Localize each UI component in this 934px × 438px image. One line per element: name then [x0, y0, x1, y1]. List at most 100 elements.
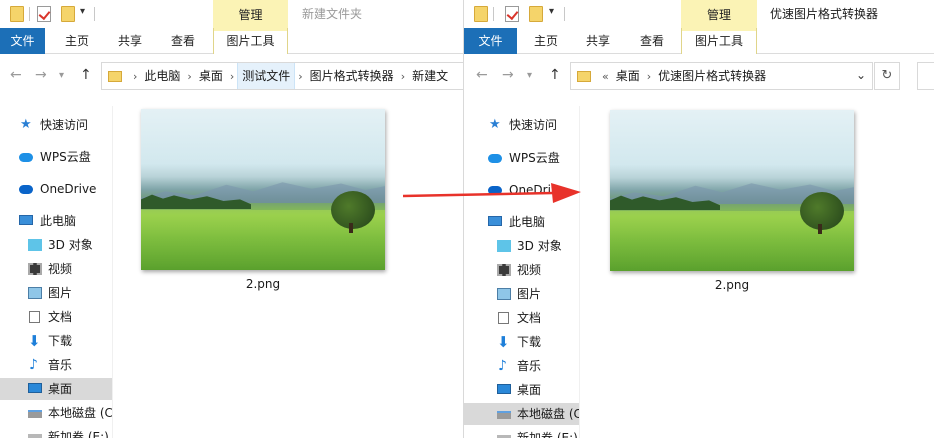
toolbar-separator	[94, 7, 95, 21]
tab-file[interactable]: 文件	[464, 28, 517, 54]
tab-picture-tools[interactable]: 图片工具	[681, 28, 757, 54]
sidebar-item-label: 图片	[48, 286, 73, 300]
sidebar-item-videos[interactable]: 视频	[0, 258, 112, 280]
breadcrumb-separator-icon[interactable]: ›	[295, 70, 305, 83]
folder-icon[interactable]	[10, 6, 24, 22]
tab-share[interactable]: 共享	[118, 28, 142, 54]
sidebar-item-local-disk[interactable]: 本地磁盘 (C	[464, 403, 579, 425]
tab-picture-tools[interactable]: 图片工具	[213, 28, 288, 54]
tab-view[interactable]: 查看	[171, 28, 195, 54]
sidebar-item-downloads[interactable]: ⬇ 下载	[0, 330, 112, 352]
breadcrumb-new-folder[interactable]: 新建文	[408, 63, 452, 89]
sidebar-item-documents[interactable]: 文档	[464, 307, 579, 329]
window-title: 优速图片格式转换器	[770, 7, 879, 21]
tab-home[interactable]: 主页	[534, 28, 558, 54]
sidebar-item-pictures[interactable]: 图片	[0, 282, 112, 304]
desktop-icon	[497, 384, 511, 394]
properties-icon[interactable]	[505, 6, 519, 22]
sidebar-item-local-disk[interactable]: 本地磁盘 (C	[0, 402, 112, 424]
navigation-bar: ← → ▾ ↑ › 此电脑 › 桌面 › 测试文件 › 图片格式转换器 › 新建…	[0, 57, 463, 95]
sidebar-item-label: 音乐	[48, 358, 73, 372]
back-arrow-icon[interactable]: ←	[476, 67, 488, 83]
customize-toolbar-icon[interactable]: ▾	[549, 6, 554, 17]
navigation-bar: ← → ▾ ↑ « 桌面 › 优速图片格式转换器 ⌄ ↻	[464, 57, 934, 95]
explorer-window-left: ▾ 管理 新建文件夹 文件 主页 共享 查看 图片工具 ← → ▾ ↑ › 此电…	[0, 0, 463, 438]
properties-icon[interactable]	[37, 6, 51, 22]
sidebar-item-new-volume[interactable]: 新加卷 (E:)	[0, 426, 112, 438]
address-bar[interactable]: › 此电脑 › 桌面 › 测试文件 › 图片格式转换器 › 新建文	[101, 62, 463, 90]
breadcrumb-converter[interactable]: 优速图片格式转换器	[654, 63, 770, 89]
sidebar-item-videos[interactable]: 视频	[464, 259, 579, 281]
picture-icon	[497, 288, 511, 300]
sidebar-item-this-pc[interactable]: 此电脑	[0, 210, 112, 232]
star-icon: ★	[20, 117, 32, 132]
sidebar-item-3d-objects[interactable]: 3D 对象	[464, 235, 579, 257]
sidebar-item-label: 新加卷 (E:)	[517, 431, 578, 438]
folder-icon	[108, 70, 122, 82]
sidebar-item-pictures[interactable]: 图片	[464, 283, 579, 305]
sidebar-item-label: 3D 对象	[48, 238, 93, 252]
breadcrumb-separator-icon[interactable]: ›	[398, 70, 408, 83]
sidebar-item-3d-objects[interactable]: 3D 对象	[0, 234, 112, 256]
sidebar-item-wps-cloud[interactable]: WPS云盘	[0, 146, 112, 168]
breadcrumb-separator-icon[interactable]: ›	[130, 70, 140, 83]
sidebar-item-documents[interactable]: 文档	[0, 306, 112, 328]
breadcrumb-desktop[interactable]: 桌面	[195, 63, 227, 89]
sidebar-item-downloads[interactable]: ⬇ 下载	[464, 331, 579, 353]
recent-locations-icon[interactable]: ▾	[59, 70, 64, 81]
sidebar-item-this-pc[interactable]: 此电脑	[464, 211, 579, 233]
up-arrow-icon[interactable]: ↑	[549, 67, 561, 83]
toolbar-separator	[493, 7, 494, 21]
address-bar[interactable]: « 桌面 › 优速图片格式转换器 ⌄	[570, 62, 873, 90]
sidebar-item-quick-access[interactable]: ★ 快速访问	[0, 114, 112, 136]
forward-arrow-icon[interactable]: →	[35, 67, 47, 83]
chevron-down-icon[interactable]: ⌄	[856, 68, 866, 82]
forward-arrow-icon[interactable]: →	[502, 67, 514, 83]
manage-tab[interactable]: 管理	[681, 0, 757, 28]
new-folder-icon[interactable]	[61, 6, 75, 22]
breadcrumb-overflow-icon[interactable]: «	[599, 70, 612, 83]
new-folder-icon[interactable]	[529, 6, 543, 22]
file-thumbnail[interactable]	[610, 110, 854, 271]
back-arrow-icon[interactable]: ←	[10, 67, 22, 83]
tab-share[interactable]: 共享	[586, 28, 610, 54]
computer-icon	[488, 216, 502, 226]
sidebar-item-music[interactable]: ♪ 音乐	[0, 354, 112, 376]
refresh-button[interactable]: ↻	[874, 62, 900, 90]
sidebar-item-desktop[interactable]: 桌面	[0, 378, 112, 400]
sidebar-item-music[interactable]: ♪ 音乐	[464, 355, 579, 377]
customize-toolbar-icon[interactable]: ▾	[80, 6, 85, 17]
file-name[interactable]: 2.png	[141, 277, 385, 291]
manage-tab[interactable]: 管理	[213, 0, 288, 28]
file-thumbnail[interactable]	[141, 109, 385, 270]
sidebar-item-label: 此电脑	[40, 214, 77, 228]
music-icon: ♪	[498, 358, 507, 374]
breadcrumb-test-files[interactable]: 测试文件	[237, 63, 296, 89]
download-icon: ⬇	[497, 333, 510, 351]
sidebar-item-label: WPS云盘	[40, 150, 91, 164]
breadcrumb-separator-icon[interactable]: ›	[227, 70, 237, 83]
sidebar-item-label: 下载	[48, 334, 73, 348]
sidebar-item-label: 图片	[517, 287, 542, 301]
sidebar-item-wps-cloud[interactable]: WPS云盘	[464, 147, 579, 169]
sidebar-item-label: 音乐	[517, 359, 542, 373]
folder-icon[interactable]	[474, 6, 488, 22]
breadcrumb-this-pc[interactable]: 此电脑	[140, 63, 184, 89]
file-name[interactable]: 2.png	[610, 278, 854, 292]
sidebar-item-new-volume[interactable]: 新加卷 (E:)	[464, 427, 579, 438]
ribbon-tabs: 文件 主页 共享 查看 图片工具	[0, 28, 463, 54]
cloud-icon	[488, 154, 502, 163]
sidebar-item-quick-access[interactable]: ★ 快速访问	[464, 114, 579, 136]
sidebar-item-desktop[interactable]: 桌面	[464, 379, 579, 401]
search-input[interactable]	[917, 62, 934, 90]
tab-home[interactable]: 主页	[65, 28, 89, 54]
breadcrumb-desktop[interactable]: 桌面	[612, 63, 644, 89]
tab-view[interactable]: 查看	[640, 28, 664, 54]
up-arrow-icon[interactable]: ↑	[80, 67, 92, 83]
breadcrumb-converter[interactable]: 图片格式转换器	[306, 63, 398, 89]
breadcrumb-separator-icon[interactable]: ›	[644, 70, 654, 83]
tab-file[interactable]: 文件	[0, 28, 45, 54]
breadcrumb-separator-icon[interactable]: ›	[184, 70, 194, 83]
sidebar-item-onedrive[interactable]: OneDrive	[0, 178, 112, 200]
recent-locations-icon[interactable]: ▾	[527, 70, 532, 81]
